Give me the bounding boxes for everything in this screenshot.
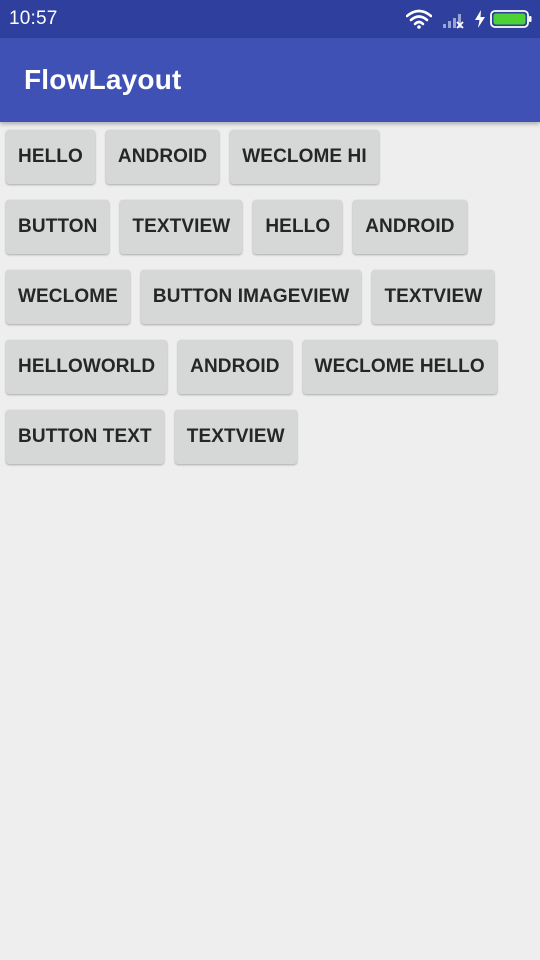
status-time: 10:57 — [9, 8, 58, 29]
flow-row: BUTTON TEXTVIEW HELLO ANDROID — [0, 200, 540, 254]
app-bar: FlowLayout — [0, 38, 540, 122]
battery-icon — [490, 10, 532, 28]
status-icons — [406, 8, 532, 30]
flow-row: BUTTON TEXT TEXTVIEW — [0, 410, 540, 464]
status-bar: 10:57 — [0, 0, 540, 38]
app-title: FlowLayout — [24, 64, 182, 95]
android-button[interactable]: ANDROID — [353, 200, 467, 254]
button-text-button[interactable]: BUTTON TEXT — [6, 410, 164, 464]
textview-button[interactable]: TEXTVIEW — [174, 410, 297, 464]
android-button[interactable]: ANDROID — [178, 340, 292, 394]
flow-row: WECLOME BUTTON IMAGEVIEW TEXTVIEW — [0, 270, 540, 324]
flow-layout: HELLO ANDROID WECLOME HI BUTTON TEXTVIEW HELL… — [0, 122, 540, 464]
hello-button[interactable]: HELLO — [253, 200, 343, 254]
textview-button[interactable]: TEXTVIEW — [372, 270, 495, 324]
helloworld-button[interactable]: HELLOWORLD — [6, 340, 168, 394]
textview-button[interactable]: TEXTVIEW — [120, 200, 243, 254]
flow-row: HELLO ANDROID WECLOME HI — [0, 130, 540, 184]
wifi-icon — [406, 9, 432, 29]
flow-row: HELLOWORLD ANDROID WECLOME HELLO — [0, 340, 540, 394]
hello-button[interactable]: HELLO — [6, 130, 95, 184]
weclome-hello-button[interactable]: WECLOME HELLO — [302, 340, 497, 394]
button-button[interactable]: BUTTON — [6, 200, 110, 254]
charging-icon — [474, 10, 486, 28]
weclome-hi-button[interactable]: WECLOME HI — [230, 130, 379, 184]
button-imageview-button[interactable]: BUTTON IMAGEVIEW — [140, 270, 362, 324]
weclome-button[interactable]: WECLOME — [6, 270, 130, 324]
signal-no-sim-icon — [442, 9, 466, 29]
android-button[interactable]: ANDROID — [105, 130, 220, 184]
